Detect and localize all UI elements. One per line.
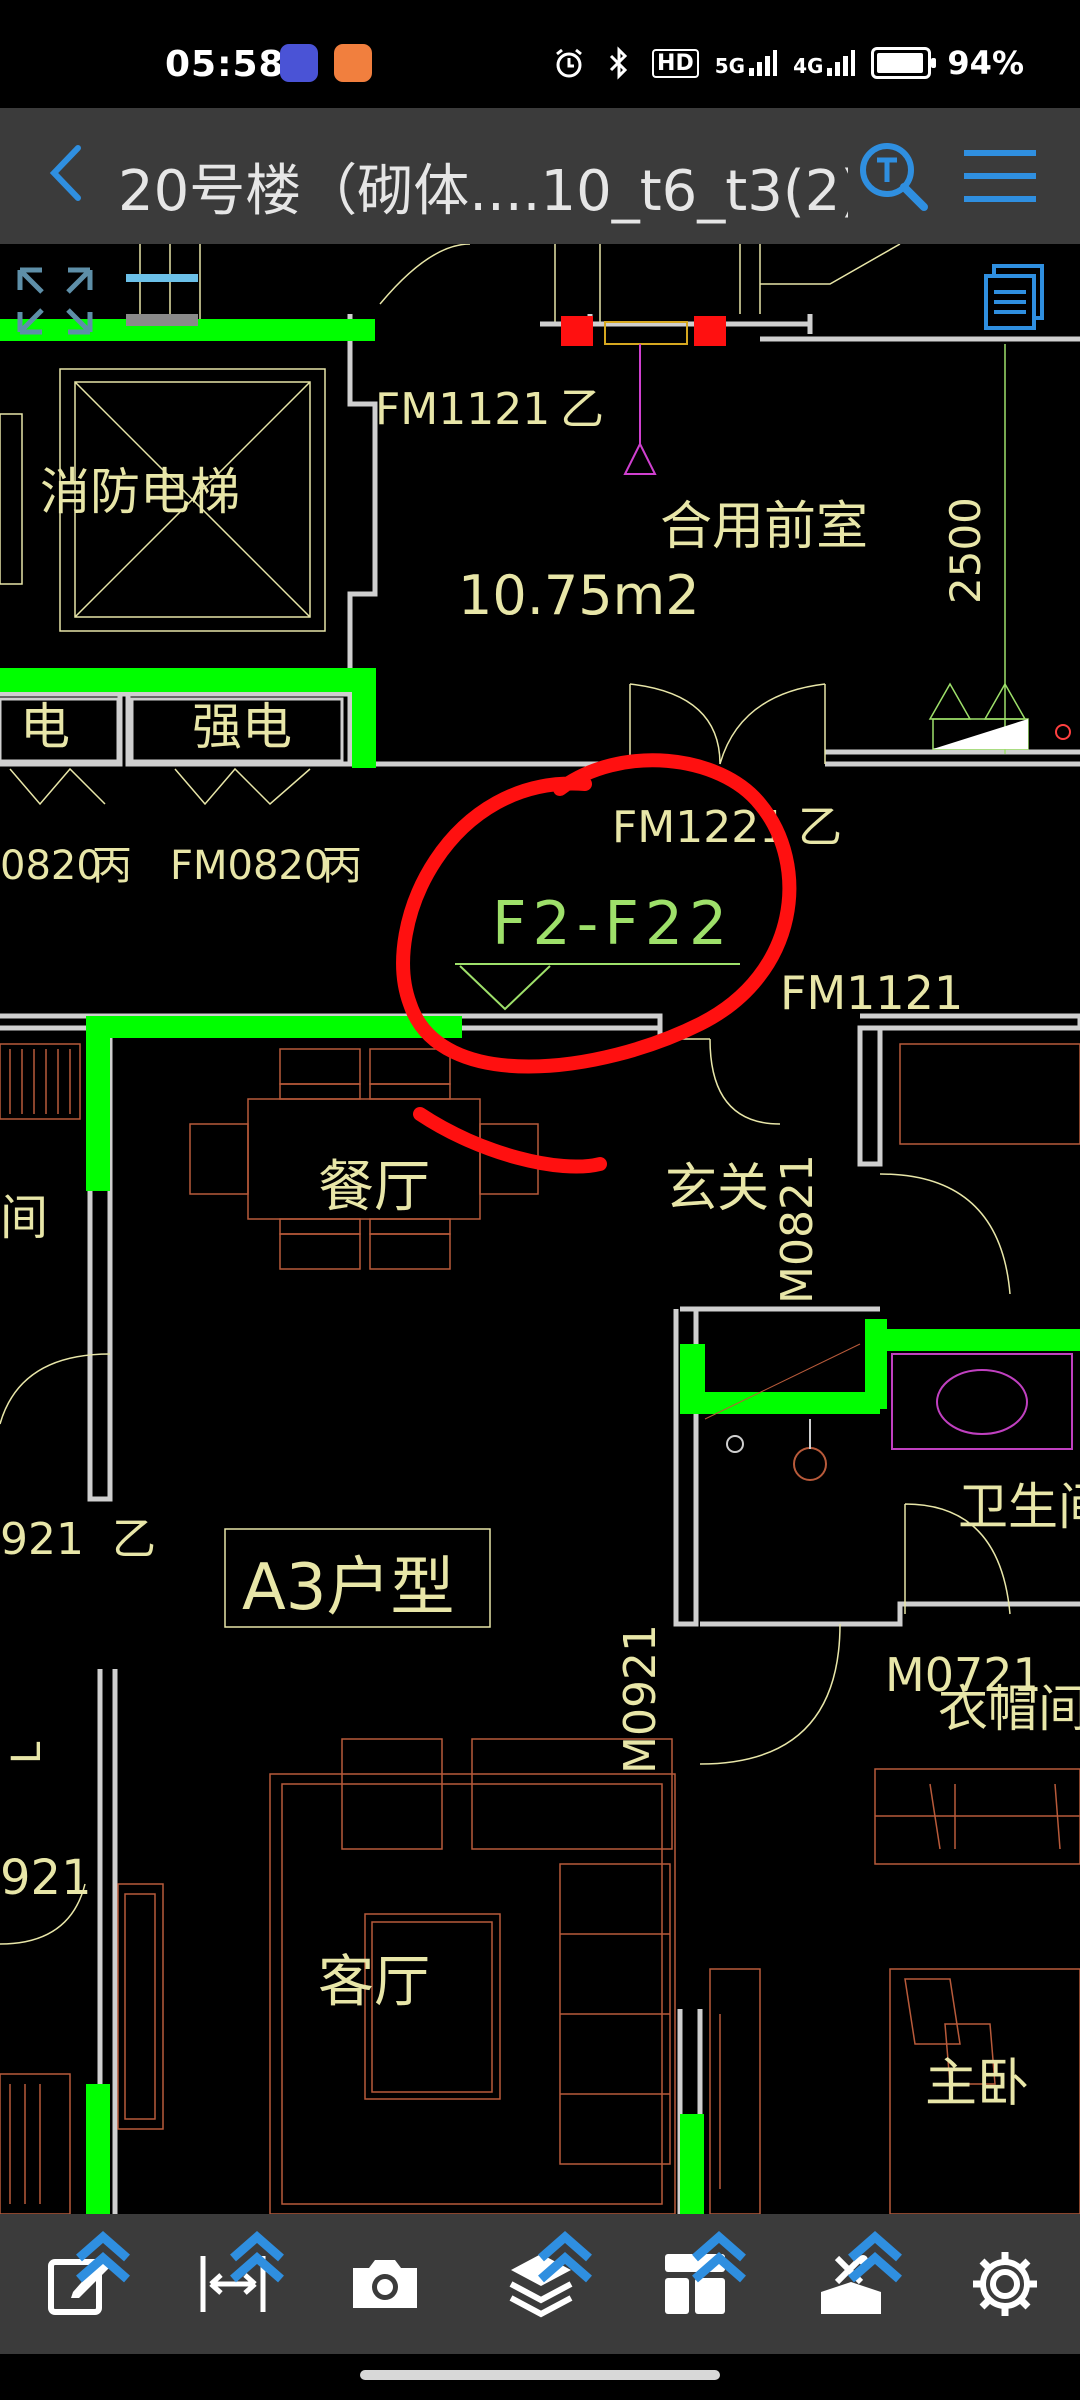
- door-label-m0921: M0921: [615, 1624, 666, 1774]
- room-left: 间: [0, 1190, 48, 1246]
- bottom-toolbar: [0, 2214, 1080, 2354]
- status-icons: HD 5G 4G 94%: [552, 44, 1024, 82]
- room-elec-left: 电: [20, 698, 70, 756]
- dimension-value: 2500: [941, 497, 990, 604]
- battery-text: 94%: [947, 44, 1024, 82]
- back-arrow-icon[interactable]: [34, 138, 104, 208]
- notification-app-icon: [334, 44, 372, 82]
- door-label-fm0820-b: FM0820: [170, 843, 329, 889]
- alarm-icon: [556, 48, 582, 78]
- system-nav-bar: [0, 2354, 1080, 2400]
- door-label-fm0820-a: 0820: [0, 843, 102, 889]
- door-grade-fm0820-a: 丙: [92, 843, 132, 889]
- room-master: 主卧: [925, 2054, 1029, 2114]
- settings-button[interactable]: [940, 2214, 1070, 2354]
- measure-button[interactable]: [168, 2214, 298, 2354]
- door-label-m0821: M0821: [772, 1154, 823, 1304]
- settings-icon: [973, 2252, 1037, 2316]
- drawing-title: 20号楼（砌体....10_t6_t3(2): [118, 159, 848, 224]
- net-4g: 4G: [793, 48, 856, 78]
- cad-drawing[interactable]: 消防电梯 FM1121 乙 合用前室 10.75m2 电 强电 0820 丙 F…: [0, 244, 1080, 2214]
- copy-sheets-icon[interactable]: [980, 262, 1048, 336]
- door-grade-fm1121-top: 乙: [560, 384, 604, 435]
- red-columns: [561, 316, 726, 346]
- floor-range-label: F2-F22: [492, 889, 733, 959]
- layers-button[interactable]: [476, 2214, 606, 2354]
- door-grade-fm0820-b: 丙: [322, 843, 362, 889]
- unit-type-label: A3户型: [242, 1551, 455, 1625]
- magenta-marker: [623, 344, 657, 475]
- room-lobby: 合用前室: [660, 497, 868, 557]
- room-living: 客厅: [318, 1950, 430, 2015]
- cad-canvas[interactable]: 消防电梯 FM1121 乙 合用前室 10.75m2 电 强电 0820 丙 F…: [0, 244, 1080, 2214]
- net-5g: 5G: [715, 48, 778, 78]
- weather-app-icon: [280, 44, 318, 82]
- layout-button[interactable]: [630, 2214, 760, 2354]
- text-search-icon[interactable]: [855, 138, 931, 214]
- level-marker: [933, 719, 1028, 749]
- room-bathroom: 卫生间: [958, 1478, 1080, 1536]
- caret-up-icon: [692, 2231, 746, 2283]
- status-time: 05:58: [165, 44, 285, 85]
- caret-up-icon: [76, 2231, 130, 2283]
- title-bar: 20号楼（砌体....10_t6_t3(2): [0, 108, 1080, 244]
- caret-up-icon: [538, 2231, 592, 2283]
- door-label-921: 921: [0, 1514, 84, 1565]
- fullscreen-icon[interactable]: [16, 266, 94, 336]
- room-dining: 餐厅: [318, 1155, 430, 1220]
- door-label-921b: 921: [0, 1850, 92, 1906]
- signal-icon: [749, 50, 778, 76]
- camera-icon: [353, 2260, 417, 2308]
- door-label-fm1121-top: FM1121: [375, 384, 550, 435]
- status-bar: 05:58 HD 5G 4G 94%: [0, 0, 1080, 108]
- room-fire-elevator: 消防电梯: [40, 463, 240, 521]
- hamburger-menu-icon[interactable]: [962, 146, 1038, 206]
- caret-up-icon: [848, 2231, 902, 2283]
- door-label-fm1121-right: FM1121: [780, 966, 963, 1020]
- caret-up-icon: [230, 2231, 284, 2283]
- room-foyer: 玄关: [665, 1159, 769, 1219]
- door-grade-fm1221: 乙: [798, 802, 842, 853]
- room-elec-strong: 强电: [192, 698, 292, 756]
- closet-furniture: [874, 1043, 1080, 2214]
- battery-icon: [871, 47, 937, 79]
- camera-button[interactable]: [320, 2214, 450, 2354]
- room-cloakroom: 衣帽间: [938, 1680, 1080, 1738]
- home-gesture-pill[interactable]: [360, 2370, 720, 2380]
- signal-icon: [827, 50, 856, 76]
- door-swings: [0, 683, 1011, 1945]
- room-lobby-area: 10.75m2: [458, 564, 700, 627]
- hd-badge: HD: [652, 48, 699, 78]
- bluetooth-icon: [609, 46, 628, 80]
- tools-button[interactable]: [786, 2214, 916, 2354]
- edit-button[interactable]: [14, 2214, 144, 2354]
- door-grade-921: 乙: [112, 1514, 156, 1565]
- room-left2: L: [4, 1741, 50, 1764]
- layer-toggle-icon[interactable]: [122, 266, 202, 336]
- floor-marker: [455, 963, 740, 1011]
- axis-bubble: [1055, 724, 1071, 740]
- top-strip: [139, 244, 901, 324]
- living-room-furniture: [117, 1738, 761, 2214]
